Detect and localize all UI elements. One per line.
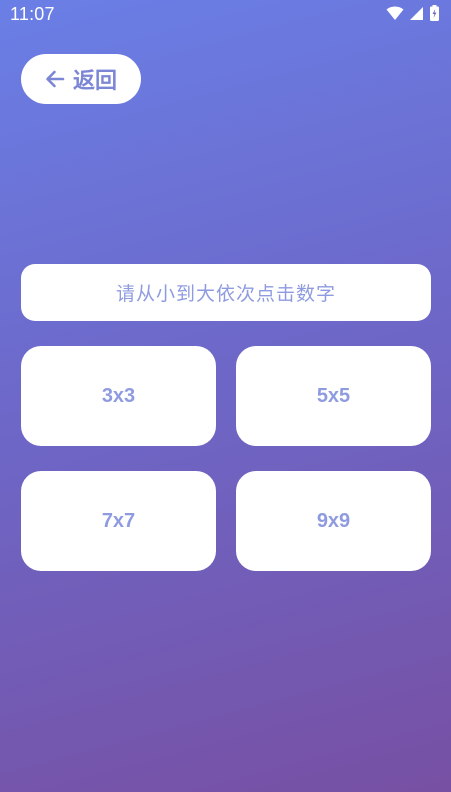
grid-5x5-label: 5x5 (316, 384, 351, 407)
battery-icon (430, 5, 439, 21)
back-label: 返回 (72, 68, 117, 93)
back-button[interactable]: 返回 (21, 54, 141, 104)
signal-icon (410, 6, 424, 21)
grid-3x3-label: 3x3 (101, 384, 136, 407)
grid-3x3-button[interactable]: 3x3 (21, 346, 216, 446)
status-icons (386, 5, 439, 21)
instruction-box: 请从小到大依次点击数字 (21, 264, 431, 321)
instruction-text: 请从小到大依次点击数字 (115, 284, 336, 305)
status-bar: 11:07 (0, 0, 451, 28)
status-time: 11:07 (10, 4, 55, 24)
arrow-left-icon (45, 70, 65, 88)
wifi-icon (386, 6, 404, 21)
grid-5x5-button[interactable]: 5x5 (236, 346, 431, 446)
grid-7x7-label: 7x7 (101, 509, 136, 532)
grid-7x7-button[interactable]: 7x7 (21, 471, 216, 571)
grid-9x9-label: 9x9 (316, 509, 351, 532)
grid-9x9-button[interactable]: 9x9 (236, 471, 431, 571)
